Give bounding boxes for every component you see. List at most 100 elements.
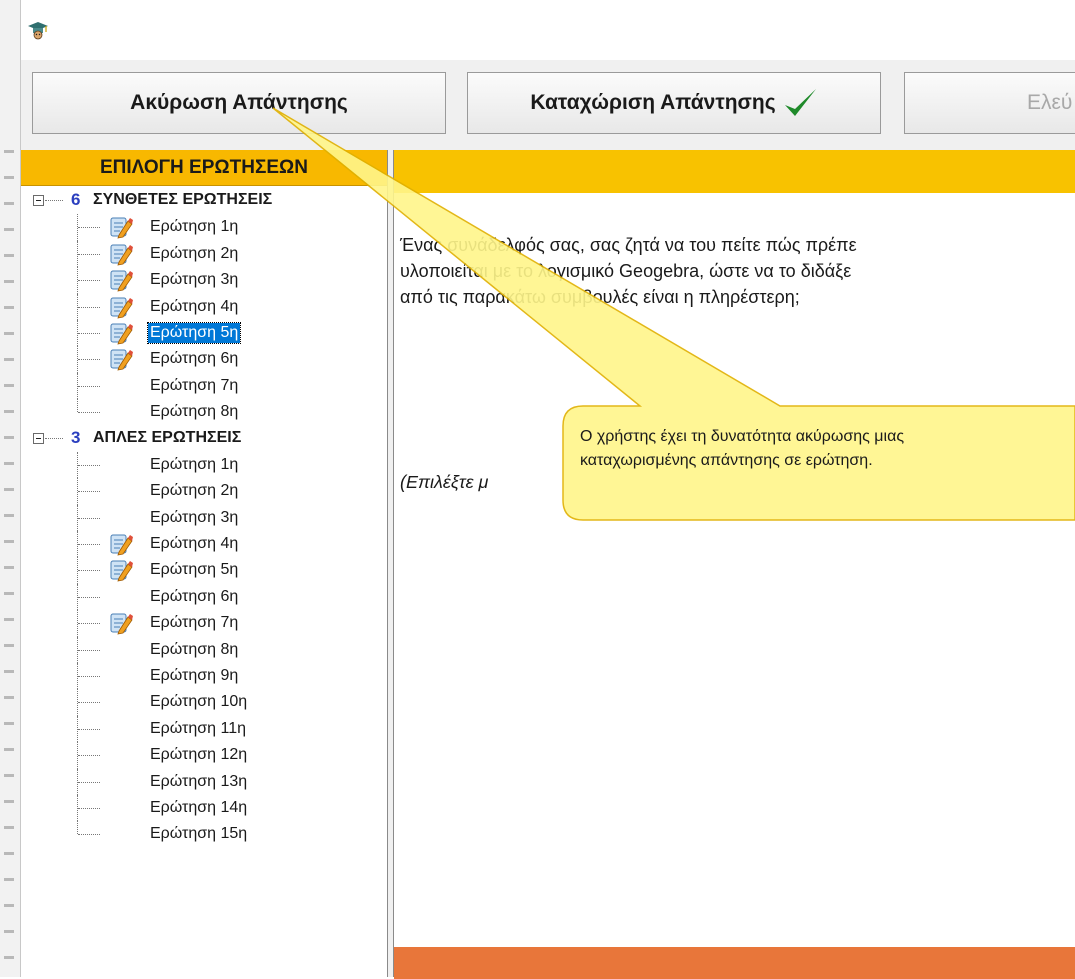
tree-connector <box>78 227 100 229</box>
tree-item-label: Ερώτηση 8η <box>150 640 239 658</box>
tree-connector <box>78 332 100 334</box>
tree-item-label: Ερώτηση 2η <box>150 244 239 262</box>
tree-item-label: Ερώτηση 10η <box>150 693 248 711</box>
question-instruction: (Επιλέξτε μ <box>400 472 489 492</box>
tree-group[interactable]: 3 ΑΠΛΕΣ ΕΡΩΤΗΣΕΙΣ <box>21 426 387 452</box>
tree-connector <box>78 517 100 519</box>
notepad-pencil-icon <box>110 349 133 371</box>
tree-item[interactable]: Ερώτηση 7η <box>21 610 387 637</box>
tree-item[interactable]: Ερώτηση 5η <box>21 557 387 584</box>
tree-connector <box>78 544 100 546</box>
tree-item-label: Ερώτηση 7η <box>150 376 239 394</box>
notepad-pencil-icon <box>110 270 133 292</box>
question-panel: Ένας συνάδελφός σας, σας ζητά να του πεί… <box>393 150 1075 979</box>
tree-item[interactable]: Ερώτηση 5η <box>21 319 387 347</box>
submit-answer-label: Καταχώριση Απάντησης <box>530 91 776 114</box>
tree-item[interactable]: Ερώτηση 2η <box>21 240 387 268</box>
tree-item[interactable]: Ερώτηση 10η <box>21 689 387 716</box>
tree-item[interactable]: Ερώτηση 6η <box>21 346 387 373</box>
question-header-bar <box>394 150 1075 193</box>
tree-item[interactable]: Ερώτηση 6η <box>21 583 387 611</box>
tree-item[interactable]: Ερώτηση 13η <box>21 768 387 795</box>
tree-item[interactable]: Ερώτηση 3η <box>21 267 387 294</box>
tree-item[interactable]: Ερώτηση 12η <box>21 742 387 769</box>
tree-item-label: Ερώτηση 12η <box>150 746 248 764</box>
desktop-icons-edge <box>4 150 14 970</box>
tree-item[interactable]: Ερώτηση 4η <box>21 293 387 320</box>
notepad-pencil-icon <box>110 534 133 556</box>
question-footer-bar <box>394 945 1075 979</box>
tree-item[interactable]: Ερώτηση 7η <box>21 372 387 400</box>
tree-item-label: Ερώτηση 13η <box>150 772 248 790</box>
check-label: Ελεύ <box>1027 91 1073 114</box>
tree-item-label: Ερώτηση 3η <box>150 271 239 289</box>
tree-item-label: Ερώτηση 6η <box>150 350 239 368</box>
tree-connector <box>78 807 100 809</box>
group-title: ΣΥΝΘΕΤΕΣ ΕΡΩΤΗΣΕΙΣ <box>93 191 273 208</box>
tree-item-label: Ερώτηση 8η <box>150 403 239 421</box>
tooltip-line: καταχωρισμένης απάντησης σε ερώτηση. <box>580 452 873 469</box>
collapse-icon[interactable] <box>33 432 44 444</box>
notepad-pencil-icon <box>110 244 133 266</box>
graduation-cap-icon <box>28 22 48 40</box>
title-bar[interactable] <box>21 0 1075 60</box>
tree-connector <box>78 755 100 757</box>
tree-item[interactable]: Ερώτηση 4η <box>21 531 387 558</box>
tree-connector <box>78 491 100 493</box>
tree-item-label: Ερώτηση 3η <box>150 508 239 526</box>
tree-connector <box>78 702 100 704</box>
tree-item[interactable]: Ερώτηση 8η <box>21 399 387 425</box>
cancel-answer-button[interactable]: Ακύρωση Απάντησης <box>32 72 446 134</box>
group-count: 3 <box>71 427 81 447</box>
submit-answer-button[interactable]: Καταχώριση Απάντησης <box>467 72 881 134</box>
tree-connector <box>78 728 100 730</box>
tree-item[interactable]: Ερώτηση 1η <box>21 451 387 479</box>
check-button[interactable]: Ελεύ <box>904 72 1075 134</box>
tree-connector <box>78 412 100 414</box>
tree-item[interactable]: Ερώτηση 1η <box>21 214 387 241</box>
tree-connector <box>78 464 100 466</box>
tree-connector <box>78 306 100 308</box>
question-tree[interactable]: 6 ΣΥΝΘΕΤΕΣ ΕΡΩΤΗΣΕΙΣ Ερώτηση 1η Ερώτηση 2η Ε… <box>21 188 387 848</box>
question-tree-panel: ΕΠΙΛΟΓΗ ΕΡΩΤΗΣΕΩΝ 6 ΣΥΝΘΕΤΕΣ ΕΡΩΤΗΣΕΙΣ Ερώ… <box>21 150 388 977</box>
tree-item-label: Ερώτηση 1η <box>150 455 239 473</box>
tree-connector <box>77 399 78 413</box>
tree-item[interactable]: Ερώτηση 8η <box>21 636 387 664</box>
notepad-pencil-icon <box>110 560 133 582</box>
tree-item[interactable]: Ερώτηση 15η <box>21 821 387 847</box>
notepad-pencil-icon <box>110 297 133 319</box>
tree-item-label: Ερώτηση 1η <box>150 218 239 236</box>
notepad-pencil-icon <box>110 613 133 635</box>
question-text-line: υλοποιείται με το λογισμικό Geogebra, ώσ… <box>400 261 852 281</box>
quiz-window: Ακύρωση Απάντησης Καταχώριση Απάντησης Ε… <box>21 0 1075 979</box>
tooltip-text: Ο χρήστης έχει τη δυνατότητα ακύρωσης μι… <box>580 425 1050 473</box>
tree-item[interactable]: Ερώτηση 11η <box>21 715 387 743</box>
tree-item-label: Ερώτηση 11η <box>150 719 246 737</box>
tree-item[interactable]: Ερώτηση 14η <box>21 794 387 822</box>
tooltip-line: Ο χρήστης έχει τη δυνατότητα ακύρωσης μι… <box>580 428 905 445</box>
tree-item-label: Ερώτηση 2η <box>150 482 239 500</box>
question-text-line: Ένας συνάδελφός σας, σας ζητά να του πεί… <box>400 235 857 255</box>
tree-connector <box>78 359 100 361</box>
tree-group[interactable]: 6 ΣΥΝΘΕΤΕΣ ΕΡΩΤΗΣΕΙΣ <box>21 188 387 214</box>
tree-item[interactable]: Ερώτηση 9η <box>21 663 387 690</box>
tree-item-label: Ερώτηση 5η <box>150 561 239 579</box>
green-check-icon <box>784 89 816 116</box>
tree-connector <box>78 385 100 387</box>
tree-connector <box>78 280 100 282</box>
collapse-icon[interactable] <box>33 195 44 206</box>
tree-connector <box>78 623 100 625</box>
notepad-pencil-icon <box>110 323 133 345</box>
tree-item-label: Ερώτηση 14η <box>150 798 248 816</box>
tree-header: ΕΠΙΛΟΓΗ ΕΡΩΤΗΣΕΩΝ <box>21 150 387 186</box>
tree-connector <box>45 437 63 439</box>
tree-item-label: Ερώτηση 4η <box>150 535 239 553</box>
tree-item-label: Ερώτηση 4η <box>150 297 239 315</box>
tree-connector <box>78 781 100 783</box>
tree-connector <box>78 649 100 651</box>
tree-item[interactable]: Ερώτηση 2η <box>21 478 387 505</box>
tree-connector <box>78 253 100 255</box>
tree-item-label: Ερώτηση 5η <box>146 321 242 344</box>
tree-connector <box>78 596 100 598</box>
tree-item[interactable]: Ερώτηση 3η <box>21 504 387 532</box>
